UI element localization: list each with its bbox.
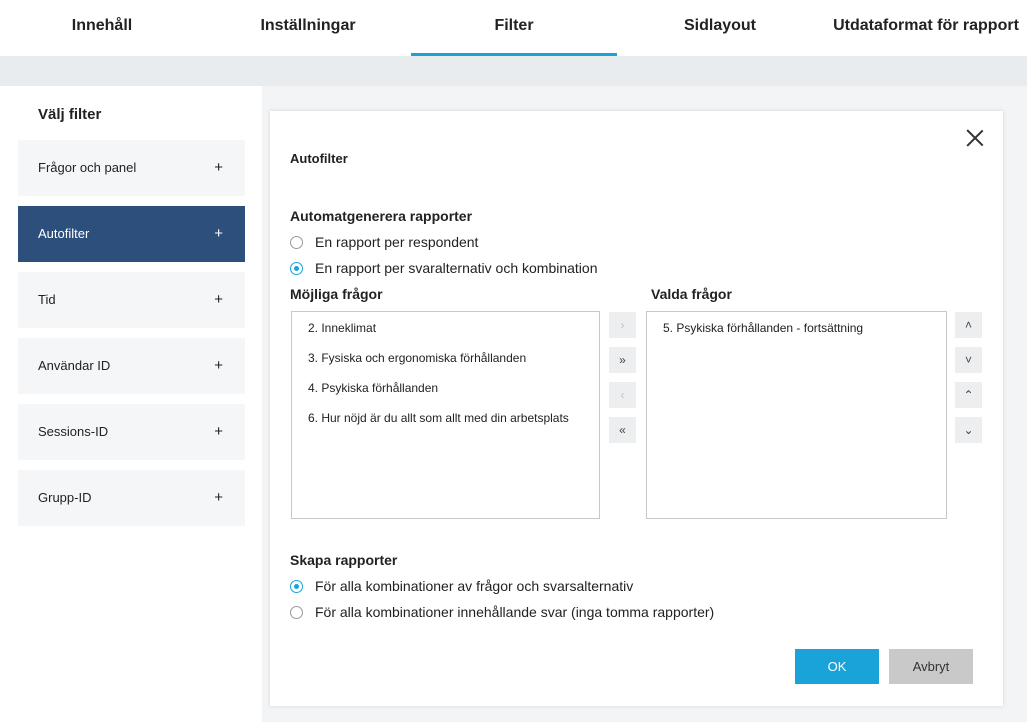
filter-sidebar: Välj filter Frågor och panel + Autofilte… <box>0 86 262 722</box>
radio-one-per-respondent[interactable]: En rapport per respondent <box>290 234 478 250</box>
panel-title: Autofilter <box>290 151 348 166</box>
move-down-button[interactable]: ˅ <box>955 347 982 373</box>
selected-questions-title: Valda frågor <box>651 286 732 302</box>
radio-unchecked-icon <box>290 606 303 619</box>
tab-settings[interactable]: Inställningar <box>206 0 410 56</box>
top-tabbar: Innehåll Inställningar Filter Sidlayout … <box>0 0 1027 56</box>
sidebar-item-autofilter[interactable]: Autofilter + <box>18 206 245 262</box>
radio-one-per-answer-combination[interactable]: En rapport per svaralternativ och kombin… <box>290 260 597 276</box>
selected-questions-list[interactable]: 5. Psykiska förhållanden - fortsättning <box>646 311 947 519</box>
sidebar-title: Välj filter <box>38 106 102 123</box>
list-item[interactable]: 5. Psykiska förhållanden - fortsättning <box>663 321 863 335</box>
move-right-button[interactable]: › <box>609 312 636 338</box>
move-all-right-button[interactable]: » <box>609 347 636 373</box>
radio-unchecked-icon <box>290 236 303 249</box>
possible-questions-list[interactable]: 2. Inneklimat 3. Fysiska och ergonomiska… <box>291 311 600 519</box>
radio-label: En rapport per respondent <box>315 234 479 250</box>
list-item[interactable]: 6. Hur nöjd är du allt som allt med din … <box>308 411 569 425</box>
tab-content[interactable]: Innehåll <box>20 0 184 56</box>
sidebar-item-label: Användar ID <box>38 358 111 373</box>
radio-checked-icon <box>290 262 303 275</box>
tab-page-layout[interactable]: Sidlayout <box>640 0 800 56</box>
header-band <box>0 56 1027 86</box>
plus-icon: + <box>214 159 223 176</box>
sidebar-item-label: Tid <box>38 292 56 307</box>
cancel-button[interactable]: Avbryt <box>889 649 973 684</box>
plus-icon: + <box>214 225 223 242</box>
sidebar-item-user-id[interactable]: Användar ID + <box>18 338 245 394</box>
radio-checked-icon <box>290 580 303 593</box>
sidebar-item-label: Autofilter <box>38 226 90 241</box>
auto-generate-title: Automatgenerera rapporter <box>290 208 473 224</box>
sidebar-item-label: Frågor och panel <box>38 160 137 175</box>
ok-button[interactable]: OK <box>795 649 879 684</box>
create-reports-title: Skapa rapporter <box>290 552 398 568</box>
plus-icon: + <box>214 423 223 440</box>
sidebar-item-time[interactable]: Tid + <box>18 272 245 328</box>
move-top-button[interactable]: ⌃ <box>955 382 982 408</box>
sidebar-item-session-id[interactable]: Sessions-ID + <box>18 404 245 460</box>
radio-label: För alla kombinationer innehållande svar… <box>315 604 715 620</box>
list-item[interactable]: 2. Inneklimat <box>308 321 376 335</box>
move-up-button[interactable]: ˄ <box>955 312 982 338</box>
list-item[interactable]: 4. Psykiska förhållanden <box>308 381 438 395</box>
sidebar-item-label: Sessions-ID <box>38 424 109 439</box>
radio-non-empty-combinations[interactable]: För alla kombinationer innehållande svar… <box>290 604 714 620</box>
move-left-button[interactable]: ‹ <box>609 382 636 408</box>
sidebar-item-group-id[interactable]: Grupp-ID + <box>18 470 245 526</box>
move-all-left-button[interactable]: « <box>609 417 636 443</box>
list-item[interactable]: 3. Fysiska och ergonomiska förhållanden <box>308 351 526 365</box>
move-bottom-button[interactable]: ⌄ <box>955 417 982 443</box>
radio-label: En rapport per svaralternativ och kombin… <box>315 260 598 276</box>
autofilter-panel: Autofilter Automatgenerera rapporter En … <box>270 111 1003 706</box>
possible-questions-title: Möjliga frågor <box>290 286 383 302</box>
plus-icon: + <box>214 357 223 374</box>
tab-output-format[interactable]: Utdataformat för rapport <box>826 0 1026 56</box>
radio-all-combinations[interactable]: För alla kombinationer av frågor och sva… <box>290 578 633 594</box>
plus-icon: + <box>214 489 223 506</box>
sidebar-item-label: Grupp-ID <box>38 490 92 505</box>
sidebar-item-questions-panel[interactable]: Frågor och panel + <box>18 140 245 196</box>
plus-icon: + <box>214 291 223 308</box>
radio-label: För alla kombinationer av frågor och sva… <box>315 578 634 594</box>
tab-filter[interactable]: Filter <box>411 0 617 56</box>
close-icon[interactable] <box>964 127 986 149</box>
